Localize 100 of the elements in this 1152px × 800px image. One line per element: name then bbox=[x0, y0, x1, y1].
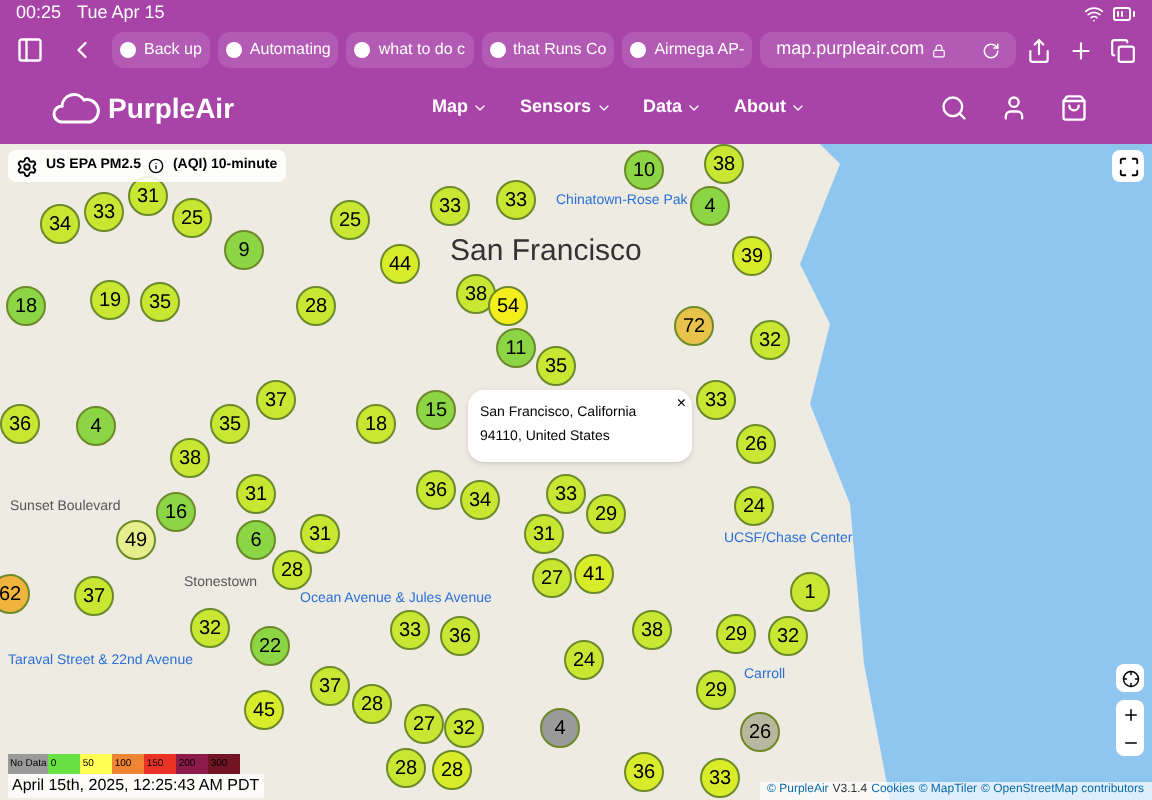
locate-button[interactable] bbox=[1116, 664, 1144, 692]
sensor-marker[interactable]: 18 bbox=[6, 286, 46, 326]
sensor-marker[interactable]: 10 bbox=[624, 150, 664, 190]
share-icon[interactable] bbox=[1026, 37, 1052, 63]
favicon-icon bbox=[354, 42, 371, 58]
sensor-marker[interactable]: 38 bbox=[170, 438, 210, 478]
sensor-marker[interactable]: 32 bbox=[768, 616, 808, 656]
sensor-marker[interactable]: 11 bbox=[496, 328, 536, 368]
sensor-marker[interactable]: 36 bbox=[440, 616, 480, 656]
logo-text[interactable]: PurpleAir bbox=[108, 87, 235, 129]
sensor-marker[interactable]: 19 bbox=[90, 280, 130, 320]
map-canvas[interactable] bbox=[0, 144, 1152, 800]
sensor-marker[interactable]: 31 bbox=[236, 474, 276, 514]
sensor-marker[interactable]: 44 bbox=[380, 244, 420, 284]
sensor-marker[interactable]: 33 bbox=[84, 192, 124, 232]
sensor-marker[interactable]: 29 bbox=[586, 494, 626, 534]
sensor-marker[interactable]: 27 bbox=[404, 704, 444, 744]
sensor-marker[interactable]: 28 bbox=[352, 684, 392, 724]
sensor-marker[interactable]: 36 bbox=[416, 470, 456, 510]
sensor-marker[interactable]: 33 bbox=[700, 758, 740, 798]
sensor-marker[interactable]: 32 bbox=[444, 708, 484, 748]
sensor-marker[interactable]: 35 bbox=[536, 346, 576, 386]
sensor-marker[interactable]: 35 bbox=[210, 404, 250, 444]
sensor-marker[interactable]: 25 bbox=[330, 200, 370, 240]
browser-tab[interactable]: what to do c bbox=[346, 32, 474, 68]
close-button[interactable]: × bbox=[676, 392, 686, 416]
sensor-marker[interactable]: 22 bbox=[250, 626, 290, 666]
sensor-marker[interactable]: 54 bbox=[488, 286, 528, 326]
sensor-marker[interactable]: 38 bbox=[456, 274, 496, 314]
address-bar[interactable]: map.purpleair.com bbox=[760, 32, 1017, 68]
sensor-marker[interactable]: 24 bbox=[734, 486, 774, 526]
status-time: 00:25 bbox=[16, 0, 62, 27]
sensor-marker[interactable]: 36 bbox=[624, 752, 664, 792]
sensor-marker[interactable]: 33 bbox=[696, 380, 736, 420]
chevron-down-icon bbox=[790, 100, 807, 116]
sensor-marker[interactable]: 16 bbox=[156, 492, 196, 532]
info-icon[interactable] bbox=[148, 158, 165, 174]
browser-tab[interactable]: Airmega AP- bbox=[622, 32, 753, 68]
sensor-marker[interactable]: 31 bbox=[524, 514, 564, 554]
sensor-marker[interactable]: 26 bbox=[740, 712, 780, 752]
status-date: Tue Apr 15 bbox=[77, 0, 165, 27]
sensor-marker[interactable]: 28 bbox=[296, 286, 336, 326]
sensor-marker[interactable]: 29 bbox=[716, 614, 756, 654]
sensor-marker[interactable]: 29 bbox=[696, 670, 736, 710]
sensor-marker[interactable]: 25 bbox=[172, 198, 212, 238]
sensor-marker[interactable]: 6 bbox=[236, 520, 276, 560]
sensor-marker[interactable]: 4 bbox=[690, 186, 730, 226]
sensor-marker[interactable]: 24 bbox=[564, 640, 604, 680]
sensor-marker[interactable]: 28 bbox=[272, 550, 312, 590]
nav-menu[interactable]: Sensors bbox=[520, 94, 612, 122]
sensor-marker[interactable]: 38 bbox=[632, 610, 672, 650]
sensor-marker[interactable]: 27 bbox=[532, 558, 572, 598]
chevron-down-icon bbox=[686, 100, 703, 116]
favicon-icon bbox=[120, 42, 136, 58]
nav-menu[interactable]: Data bbox=[643, 94, 703, 122]
sensor-marker[interactable]: 37 bbox=[74, 576, 114, 616]
sensor-marker[interactable]: 15 bbox=[416, 390, 456, 430]
sensor-marker[interactable]: 31 bbox=[300, 514, 340, 554]
sensor-marker[interactable]: 28 bbox=[386, 748, 426, 788]
sensor-marker[interactable]: 37 bbox=[256, 380, 296, 420]
sensor-marker[interactable]: 34 bbox=[40, 204, 80, 244]
sidebar-icon[interactable] bbox=[16, 36, 44, 64]
settings-icon[interactable] bbox=[16, 155, 38, 177]
tabs-icon[interactable] bbox=[1110, 37, 1136, 63]
new-tab-icon[interactable] bbox=[1068, 37, 1094, 63]
sensor-marker[interactable]: 33 bbox=[430, 186, 470, 226]
sensor-marker[interactable]: 9 bbox=[224, 230, 264, 270]
sensor-marker[interactable]: 62 bbox=[0, 574, 30, 614]
sensor-marker[interactable]: 4 bbox=[540, 708, 580, 748]
sensor-marker[interactable]: 41 bbox=[574, 554, 614, 594]
browser-tab[interactable]: that Runs Co bbox=[481, 32, 615, 68]
sensor-marker[interactable]: 18 bbox=[356, 404, 396, 444]
sensor-marker[interactable]: 34 bbox=[460, 480, 500, 520]
timestamp: April 15th, 2025, 12:25:43 AM PDT bbox=[8, 774, 264, 798]
reload-icon[interactable] bbox=[982, 41, 1001, 59]
sensor-marker[interactable]: 1 bbox=[790, 572, 830, 612]
sensor-marker[interactable]: 26 bbox=[736, 424, 776, 464]
sensor-marker[interactable]: 32 bbox=[190, 608, 230, 648]
sensor-marker[interactable]: 39 bbox=[732, 236, 772, 276]
sensor-marker[interactable]: 33 bbox=[390, 610, 430, 650]
sensor-marker[interactable]: 45 bbox=[244, 690, 284, 730]
nav-menu[interactable]: About bbox=[734, 94, 807, 122]
browser-tab[interactable]: Back up bbox=[112, 32, 210, 68]
sensor-marker[interactable]: 35 bbox=[140, 282, 180, 322]
account-icon[interactable] bbox=[1000, 94, 1028, 122]
sensor-marker[interactable]: 33 bbox=[496, 180, 536, 220]
nav-menu[interactable]: Map bbox=[432, 94, 488, 122]
browser-tab[interactable]: Automating bbox=[217, 32, 339, 68]
sensor-marker[interactable]: 49 bbox=[116, 520, 156, 560]
sensor-marker[interactable]: 28 bbox=[432, 750, 472, 790]
sensor-marker[interactable]: 38 bbox=[704, 144, 744, 184]
sensor-marker[interactable]: 4 bbox=[76, 406, 116, 446]
sensor-marker[interactable]: 37 bbox=[310, 666, 350, 706]
sensor-marker[interactable]: 32 bbox=[750, 320, 790, 360]
cart-icon[interactable] bbox=[1060, 94, 1088, 122]
sensor-marker[interactable]: 72 bbox=[674, 306, 714, 346]
search-icon[interactable] bbox=[940, 94, 968, 122]
fullscreen-button[interactable] bbox=[1112, 150, 1144, 182]
sensor-marker[interactable]: 33 bbox=[546, 474, 586, 514]
sensor-marker[interactable]: 36 bbox=[0, 404, 40, 444]
